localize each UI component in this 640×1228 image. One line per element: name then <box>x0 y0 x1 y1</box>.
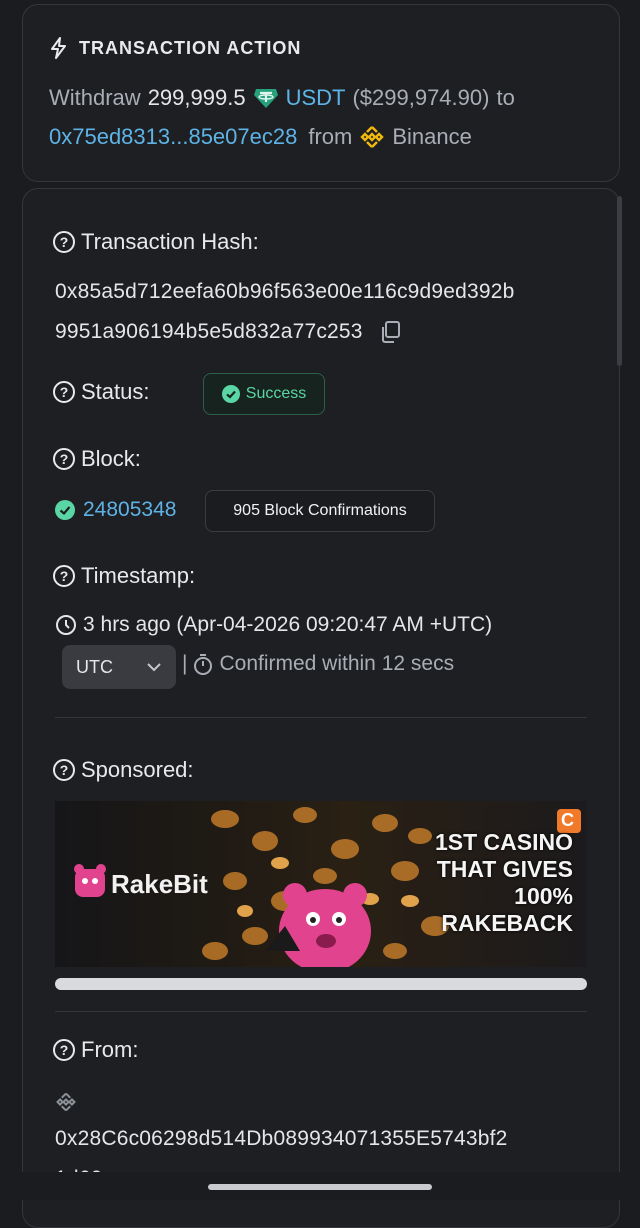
status-text: Success <box>245 385 307 402</box>
action-line-1: Withdraw 299,999.5 USDT ($299,974.90) to <box>49 85 515 111</box>
timestamp-label: Timestamp: <box>81 563 196 588</box>
timestamp-label-row: ? Timestamp: <box>53 563 195 589</box>
ad-headline: 1ST CASINO THAT GIVES 100% RAKEBACK <box>435 829 573 937</box>
transaction-action-card: TRANSACTION ACTION Withdraw 299,999.5 US… <box>22 4 620 182</box>
timestamp-value: 3 hrs ago (Apr-04-2026 09:20:47 AM +UTC) <box>83 613 493 636</box>
block-confirmations-text: 905 Block Confirmations <box>233 502 407 519</box>
check-circle-icon <box>221 385 240 403</box>
block-value-row: 24805348 <box>55 498 176 522</box>
block-label-row: ? Block: <box>53 446 141 472</box>
confirmed-row: | Confirmed within 12 secs <box>182 652 454 676</box>
help-icon[interactable]: ? <box>53 565 75 587</box>
home-indicator[interactable] <box>208 1184 432 1190</box>
from-label: From: <box>81 1037 139 1062</box>
lightning-icon <box>51 37 66 59</box>
timezone-select[interactable]: UTC <box>62 645 176 689</box>
transaction-hash: 0x85a5d712eefa60b96f563e00e116c9d9ed392b… <box>55 272 515 352</box>
divider <box>55 717 587 718</box>
ad-corner-badge: C <box>561 810 574 830</box>
hash-line-1: 0x85a5d712eefa60b96f563e00e116c9d9ed392b <box>55 280 515 303</box>
page-scrollbar[interactable] <box>617 196 622 366</box>
ad-line-1: 1ST CASINO <box>434 829 573 855</box>
action-title: TRANSACTION ACTION <box>79 37 302 58</box>
copy-icon[interactable] <box>379 320 401 344</box>
clock-icon <box>56 615 76 635</box>
action-verb: Withdraw <box>49 85 141 110</box>
divider <box>55 1011 587 1012</box>
ad-line-3: 100% <box>514 883 573 909</box>
transaction-details-card: ? Transaction Hash: 0x85a5d712eefa60b96f… <box>22 188 620 1228</box>
check-circle-icon <box>55 500 75 520</box>
sponsored-label-row: ? Sponsored: <box>53 757 194 783</box>
hash-line-2: 9951a906194b5e5d832a77c253 <box>55 320 363 343</box>
help-icon[interactable]: ? <box>53 448 75 470</box>
status-badge: Success <box>203 373 325 415</box>
to-word: to <box>496 85 515 110</box>
timestamp-row: 3 hrs ago (Apr-04-2026 09:20:47 AM +UTC) <box>55 613 492 637</box>
from-address-line-1: 0x28C6c06298d514Db089934071355E5743bf2 <box>55 1127 508 1150</box>
hash-label-row: ? Transaction Hash: <box>53 229 259 255</box>
help-icon[interactable]: ? <box>53 231 75 253</box>
separator: | <box>182 652 188 675</box>
ad-line-4: RAKEBACK <box>441 910 573 936</box>
timezone-value: UTC <box>76 656 113 677</box>
usdt-icon <box>253 89 278 108</box>
from-word: from <box>308 124 353 149</box>
ad-brand: RakeBit <box>111 869 208 899</box>
usd-value: ($299,974.90) <box>352 85 490 110</box>
block-label: Block: <box>81 446 141 471</box>
action-amount: 299,999.5 <box>147 85 246 110</box>
sponsored-label: Sponsored: <box>81 757 194 782</box>
block-confirmations-badge: 905 Block Confirmations <box>205 490 435 532</box>
binance-icon <box>56 1092 76 1112</box>
to-address-link[interactable]: 0x75ed8313...85e07ec28 <box>49 124 297 150</box>
binance-icon <box>360 126 385 148</box>
status-label-row: ? Status: <box>53 379 149 405</box>
status-label: Status: <box>81 379 150 404</box>
ad-line-2: THAT GIVES <box>436 856 573 882</box>
from-label-row: ? From: <box>53 1037 138 1063</box>
token-link[interactable]: USDT <box>286 85 346 111</box>
action-line-2: 0x75ed8313...85e07ec28 from Binance <box>49 124 472 150</box>
chevron-down-icon <box>147 663 161 672</box>
action-title-row: TRANSACTION ACTION <box>49 37 301 59</box>
sponsored-ad-banner[interactable]: RakeBit C 1ST CASINO THAT GIVES 100% RAK… <box>55 801 587 967</box>
hash-label: Transaction Hash: <box>81 229 259 254</box>
help-icon[interactable]: ? <box>53 759 75 781</box>
from-exchange-name: Binance <box>392 124 472 149</box>
block-number-link[interactable]: 24805348 <box>83 498 176 522</box>
help-icon[interactable]: ? <box>53 1039 75 1061</box>
ad-scroll-bar <box>55 978 587 990</box>
stopwatch-icon <box>194 654 213 675</box>
confirmed-text: Confirmed within 12 secs <box>219 652 455 675</box>
help-icon[interactable]: ? <box>53 381 75 403</box>
